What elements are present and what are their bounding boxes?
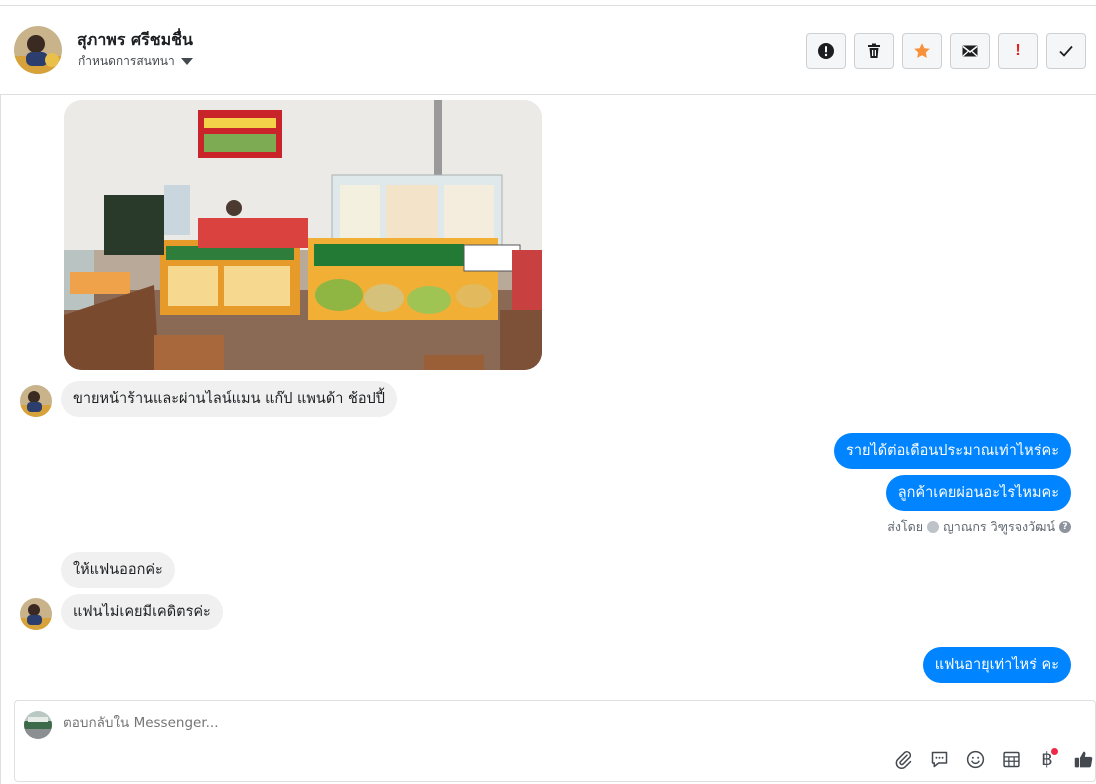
attach-button[interactable]: [891, 747, 915, 771]
alert-circle-icon: [818, 43, 834, 59]
done-button[interactable]: [1046, 33, 1086, 69]
composer-toolbar: ฿: [891, 747, 1095, 771]
page-avatar: [24, 711, 52, 739]
exclamation-icon: !: [1015, 42, 1021, 59]
chevron-down-icon: [180, 58, 193, 65]
message-thread[interactable]: ขายหน้าร้านและผ่านไลน์แมน แก๊ป แพนด้า ช้…: [0, 96, 1096, 700]
emoji-icon: [966, 750, 984, 768]
payment-button[interactable]: ฿: [1035, 747, 1059, 771]
contact-avatar-small: [20, 385, 52, 417]
table-icon: [1002, 751, 1020, 767]
saved-replies-button[interactable]: [927, 747, 951, 771]
sender-avatar-icon: [927, 521, 940, 533]
like-button[interactable]: [1071, 747, 1095, 771]
contact-avatar[interactable]: [14, 26, 62, 74]
contact-avatar-small: [20, 598, 52, 630]
thumbs-up-icon: [1074, 751, 1092, 767]
sent-by-name[interactable]: ญาณกร วิฑูรจงวัฒน์: [943, 517, 1055, 537]
conversation-settings-label: กำหนดการสนทนา: [78, 54, 175, 68]
conversation-settings-dropdown[interactable]: กำหนดการสนทนา: [78, 52, 193, 71]
help-icon[interactable]: ?: [1059, 521, 1071, 533]
conversation-header: สุภาพร ศรีชมชื่น กำหนดการสนทนา !: [0, 6, 1096, 95]
trash-icon: [868, 43, 880, 58]
reply-composer: ฿: [14, 700, 1096, 782]
star-icon: [914, 43, 930, 58]
notification-dot: [1051, 748, 1058, 755]
message-bubble-incoming[interactable]: ขายหน้าร้านและผ่านไลน์แมน แก๊ป แพนด้า ช้…: [61, 381, 397, 417]
message-bubble-outgoing[interactable]: แฟนอายุเท่าไหร่ คะ: [922, 647, 1071, 683]
reply-input[interactable]: [63, 715, 963, 731]
message-bubble-incoming[interactable]: ให้แฟนออกค่ะ: [61, 552, 175, 588]
message-bubble-incoming[interactable]: แฟนไม่เคยมีเคดิตรค่ะ: [61, 594, 223, 630]
delete-button[interactable]: [854, 33, 894, 69]
star-button[interactable]: [902, 33, 942, 69]
table-button[interactable]: [999, 747, 1023, 771]
mark-unread-button[interactable]: [950, 33, 990, 69]
envelope-icon: [962, 45, 978, 57]
contact-name[interactable]: สุภาพร ศรีชมชื่น: [77, 28, 193, 53]
sent-by-info: ส่งโดย ญาณกร วิฑูรจงวัฒน์ ?: [887, 517, 1071, 537]
sent-by-prefix: ส่งโดย: [887, 519, 924, 534]
spam-button[interactable]: !: [998, 33, 1038, 69]
conversation-toolbar: !: [806, 33, 1086, 69]
check-icon: [1059, 45, 1073, 57]
alert-button[interactable]: [806, 33, 846, 69]
speech-bubble-icon: [931, 751, 947, 767]
message-bubble-outgoing[interactable]: ลูกค้าเคยผ่อนอะไรไหมคะ: [885, 475, 1071, 511]
message-bubble-outgoing[interactable]: รายได้ต่อเดือนประมาณเท่าไหร่คะ: [834, 433, 1071, 469]
paperclip-icon: [895, 750, 911, 769]
emoji-button[interactable]: [963, 747, 987, 771]
shared-photo[interactable]: [64, 100, 542, 370]
